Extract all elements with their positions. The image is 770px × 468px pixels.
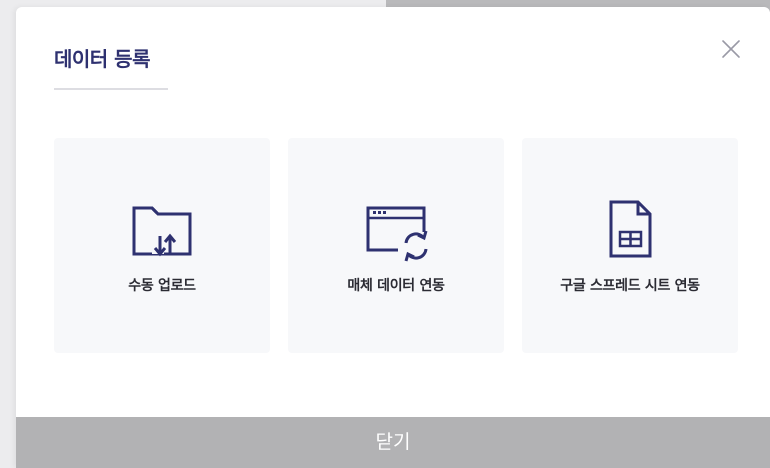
data-source-options: 수동 업로드 매체 데이터 연동 구글 스프레드 시트 연동	[54, 138, 738, 353]
title-underline	[54, 88, 168, 90]
card-label: 매체 데이터 연동	[347, 278, 445, 294]
folder-upload-icon	[132, 206, 192, 257]
close-footer-button[interactable]: 닫기	[16, 417, 770, 468]
media-data-sync-card[interactable]: 매체 데이터 연동	[288, 138, 504, 353]
manual-upload-card[interactable]: 수동 업로드	[54, 138, 270, 353]
spreadsheet-icon	[609, 200, 652, 258]
card-label: 수동 업로드	[128, 278, 196, 294]
card-label: 구글 스프레드 시트 연동	[560, 278, 700, 294]
close-icon	[722, 40, 740, 58]
close-button[interactable]	[718, 36, 744, 62]
modal-title: 데이터 등록	[54, 47, 150, 71]
window-sync-icon	[366, 206, 428, 262]
data-registration-modal: 데이터 등록 수동 업로드 매체 데이터 연동 구글 스프레드 시트 연동 닫기	[16, 7, 770, 468]
google-spreadsheet-sync-card[interactable]: 구글 스프레드 시트 연동	[522, 138, 738, 353]
